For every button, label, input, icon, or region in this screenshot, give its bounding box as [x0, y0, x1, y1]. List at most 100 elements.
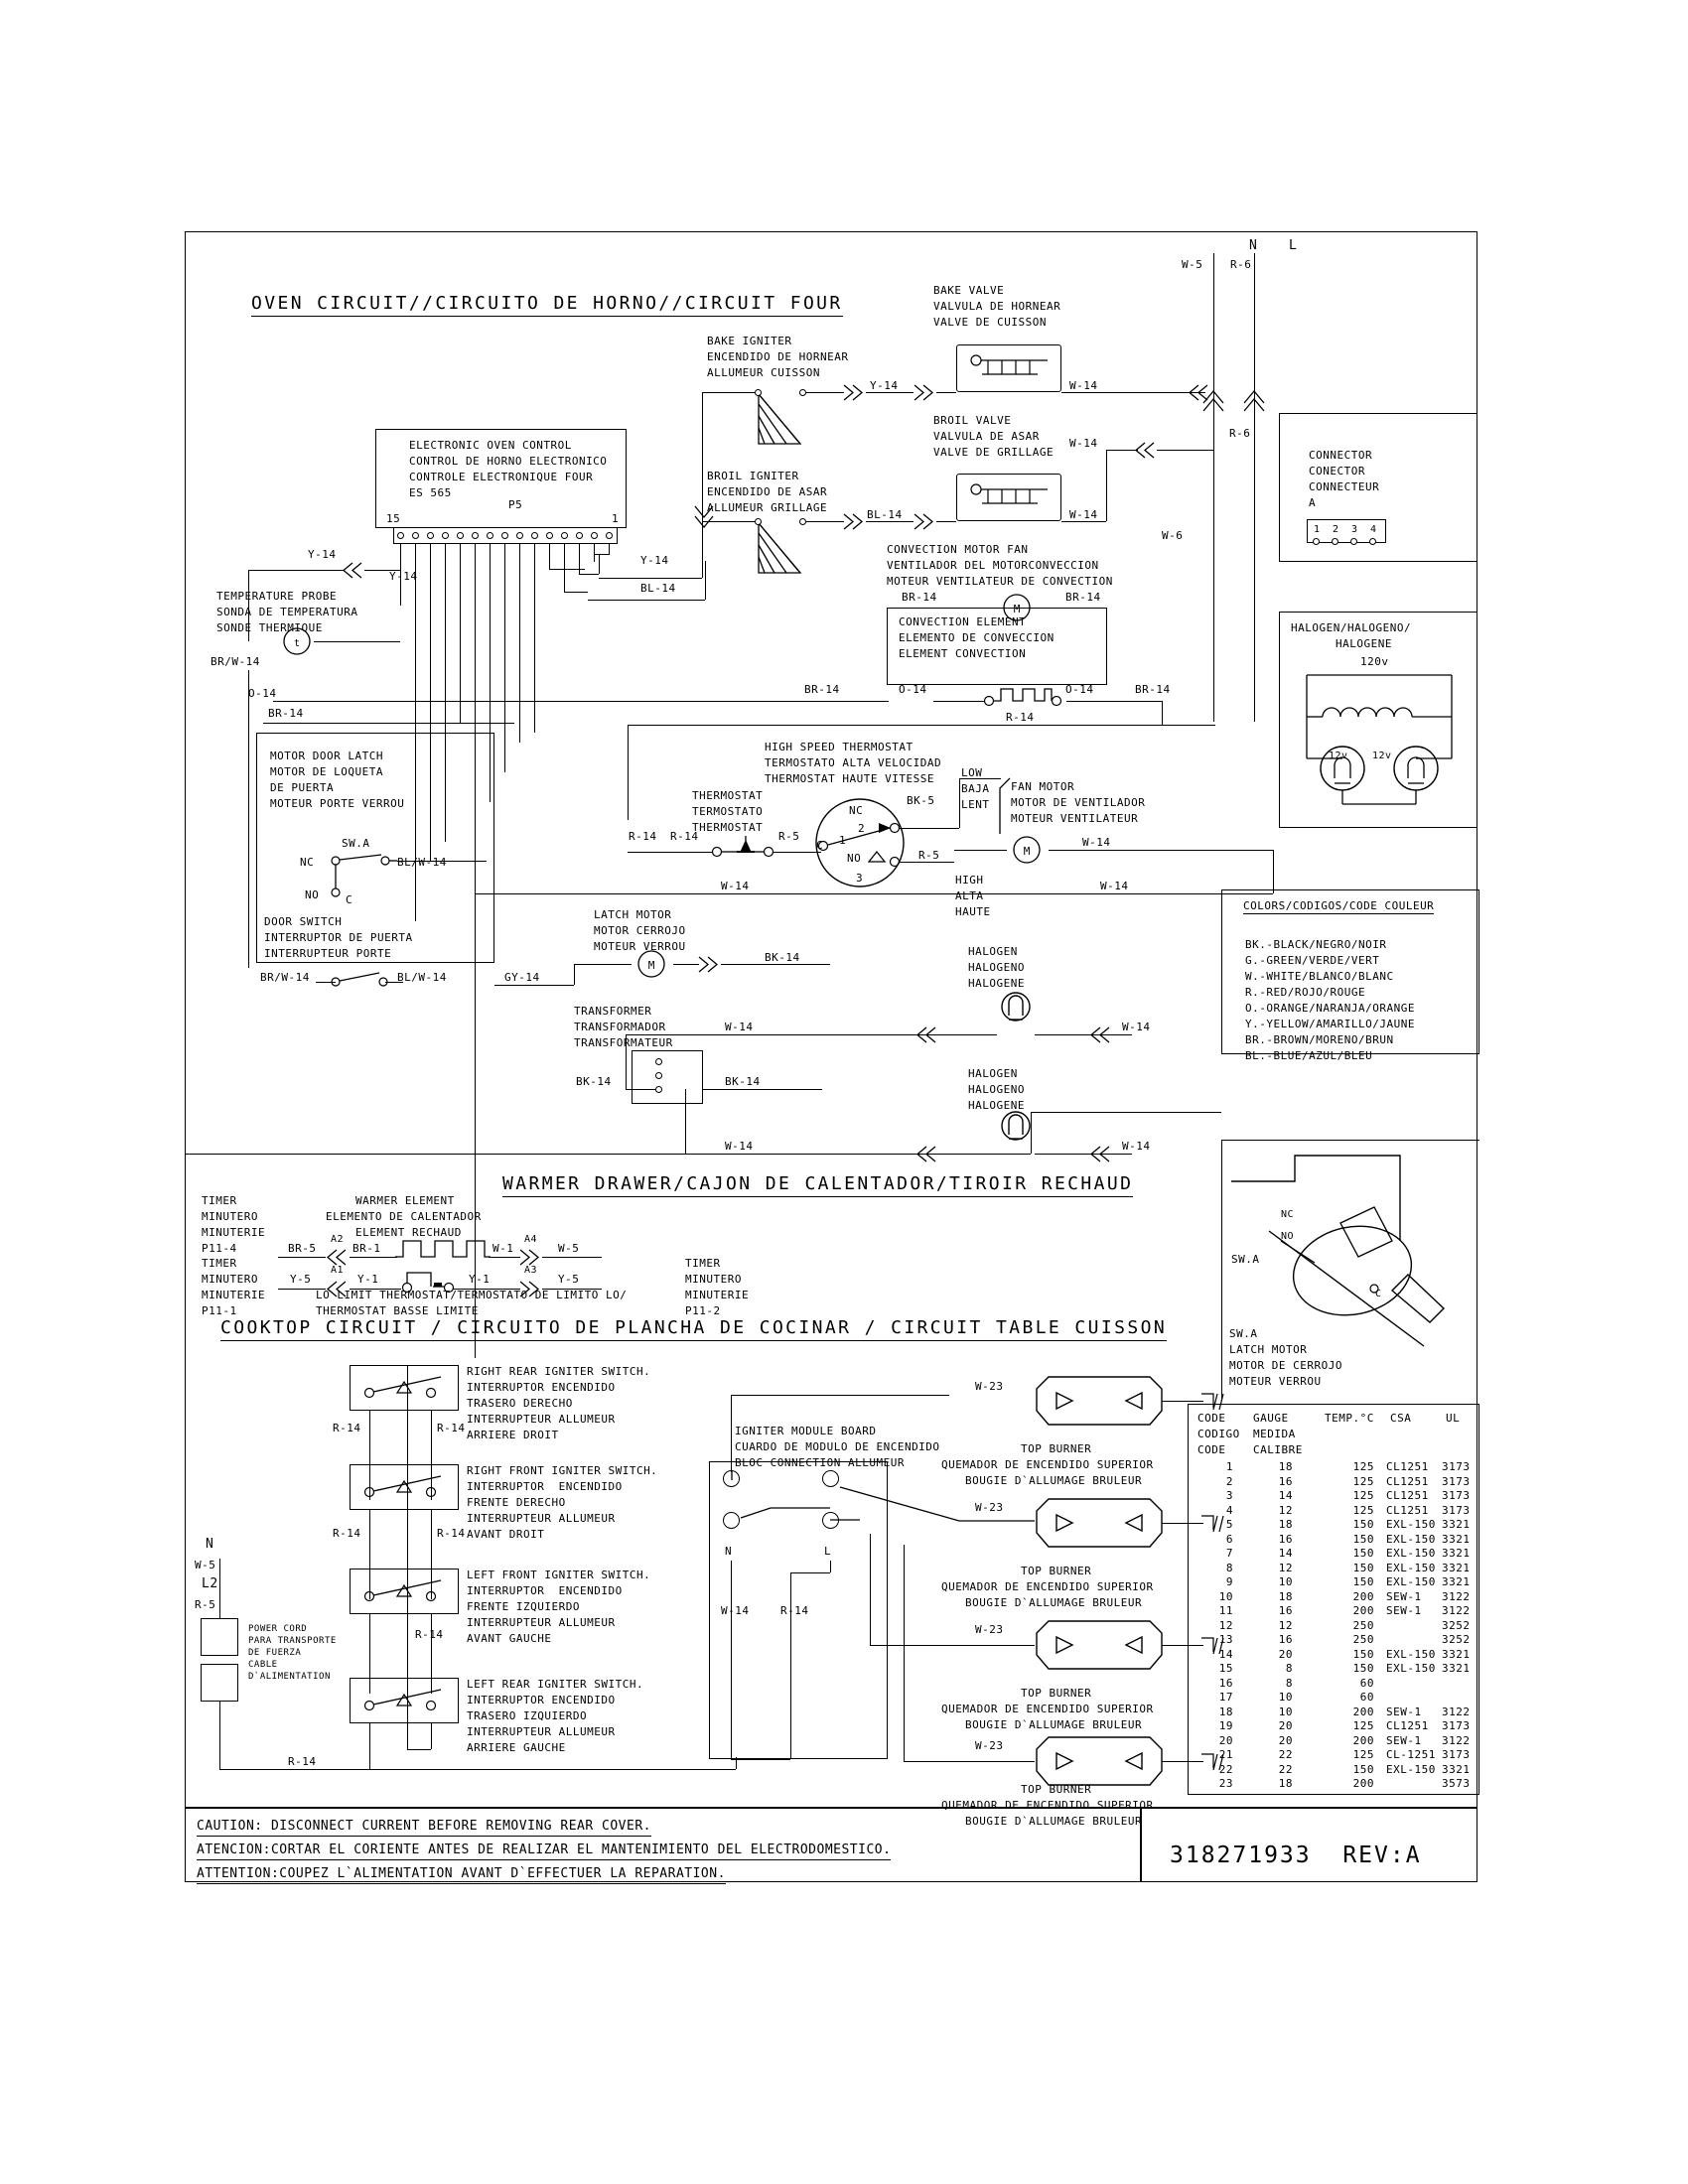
- gauge-cell-r14-c4: EXL-150: [1386, 1647, 1436, 1661]
- warmer-timer3-line-4: P11-2: [685, 1304, 721, 1317]
- control-pin-2[interactable]: [412, 532, 419, 539]
- cooktop-bottom-r14: R-14: [288, 1755, 317, 1768]
- gauge-cell-r15-c5: 3321: [1442, 1662, 1471, 1675]
- halogen2-conn-left-icon: [915, 1146, 936, 1162]
- thermostat-node-2: 2: [858, 822, 866, 835]
- broil-valve-connector-icon: [914, 513, 934, 530]
- control-pin-3[interactable]: [427, 532, 434, 539]
- r14-long-line: [628, 725, 1164, 726]
- gauge-cell-r23-c1: 23: [1218, 1777, 1233, 1790]
- door-switch-left-line: [316, 982, 336, 983]
- probe-y14-lower: Y-14: [389, 570, 418, 583]
- door-switch-symbol: [331, 972, 388, 987]
- control-pin-10[interactable]: [531, 532, 538, 539]
- halogen2-w14-left: W-14: [725, 1140, 754, 1153]
- gauge-header-temp: TEMP.°C: [1325, 1412, 1374, 1425]
- control-pin-15[interactable]: [606, 532, 613, 539]
- control-bl14-line: [588, 600, 705, 601]
- connector-pin-1: 1: [1314, 524, 1321, 535]
- burner3-label-1: TOP BURNER: [1021, 1687, 1092, 1700]
- latch-gy14-v: [574, 964, 575, 985]
- cooktop-w5-label: W-5: [195, 1559, 216, 1571]
- convection-element-left-long: [460, 701, 889, 702]
- warmer-top-wire-2: [350, 1257, 397, 1258]
- pin-wire-8: [504, 544, 505, 772]
- oven-section-title: OVEN CIRCUIT//CIRCUITO DE HORNO//CIRCUIT…: [251, 293, 843, 317]
- gauge-cell-r9-c2: 10: [1278, 1575, 1293, 1588]
- control-pin-4[interactable]: [442, 532, 449, 539]
- gauge-subheader-codigo: CODIGO: [1197, 1428, 1240, 1440]
- module-l-drop: [830, 1561, 831, 1572]
- burner4-label-3: BOUGIE D`ALLUMAGE BRULEUR: [965, 1815, 1143, 1828]
- w14-right-v: [1273, 850, 1274, 893]
- gauge-cell-r12-c2: 12: [1278, 1618, 1293, 1632]
- thermostat-r5-label-2: R-5: [918, 849, 940, 862]
- gauge-cell-r15-c2: 8: [1285, 1662, 1293, 1675]
- control-pin-7[interactable]: [487, 532, 493, 539]
- connector-term-1: [1313, 538, 1320, 545]
- bake-igniter-connector-icon: [843, 384, 864, 401]
- control-pin-9[interactable]: [516, 532, 523, 539]
- burner1-label-1: TOP BURNER: [1021, 1442, 1092, 1455]
- gauge-header-gauge: GAUGE: [1253, 1412, 1289, 1425]
- warmer-element-line-2: ELEMENTO DE CALENTADOR: [326, 1210, 482, 1223]
- igniter-sw1-label-1: RIGHT REAR IGNITER SWITCH.: [467, 1365, 651, 1378]
- control-pin-12[interactable]: [561, 532, 568, 539]
- control-pin-1[interactable]: [397, 532, 404, 539]
- warmer-lo-limit-line-2: THERMOSTAT BASSE LIMITE: [316, 1304, 479, 1317]
- burner3-w23: W-23: [975, 1623, 1004, 1636]
- warmer-timer3-line-2: MINUTERO: [685, 1273, 742, 1286]
- igniter-sw1-label-2: INTERRUPTOR ENCENDIDO: [467, 1381, 616, 1394]
- warmer-br5-label: BR-5: [288, 1242, 317, 1255]
- gauge-cell-r8-c5: 3321: [1442, 1561, 1471, 1574]
- halogen-label-1: HALOGEN: [968, 945, 1018, 958]
- module-top-feed-v: [731, 1395, 732, 1472]
- warmer-lo-limit-line-1: LO LIMIT THERMOSTAT/TERMOSTATO DE LIMITO…: [316, 1289, 628, 1301]
- igniter-sw1-label-5: ARRIERE DROIT: [467, 1429, 559, 1441]
- burner4-label-1: TOP BURNER: [1021, 1783, 1092, 1796]
- gauge-cell-r20-c2: 20: [1278, 1733, 1293, 1747]
- gauge-cell-r20-c1: 20: [1218, 1733, 1233, 1747]
- latch-gy14-line: [494, 985, 574, 986]
- burner3-label-2: QUEMADOR DE ENCENDIDO SUPERIOR: [941, 1703, 1154, 1715]
- thermostat-label-1: THERMOSTAT: [692, 789, 764, 802]
- bake-valve-out-line: [1061, 392, 1205, 393]
- gauge-cell-r5-c2: 18: [1278, 1518, 1293, 1531]
- pin-wire-11: [549, 544, 550, 569]
- o14-label-left: O-14: [248, 687, 277, 700]
- control-pin-8[interactable]: [501, 532, 508, 539]
- igniter-sw3-label-2: INTERRUPTOR ENCENDIDO: [467, 1584, 623, 1597]
- control-pin-6[interactable]: [472, 532, 479, 539]
- colors-legend-item-6: BR.-BROWN/MORENO/BRUN: [1245, 1033, 1394, 1046]
- halogen2-conn-right-icon: [1089, 1146, 1110, 1162]
- latch-detail-line-2: MOTOR DE CERROJO: [1229, 1359, 1342, 1372]
- gauge-cell-r8-c2: 12: [1278, 1561, 1293, 1574]
- latch-detail-left-line: [1221, 1140, 1222, 1400]
- broil-bl14-line: [866, 521, 914, 522]
- igniter-module-label-2: CUARDO DE MODULO DE ENCENDIDO: [735, 1440, 940, 1453]
- control-bl14-label: BL-14: [640, 582, 676, 595]
- control-pin-11[interactable]: [546, 532, 553, 539]
- broil-igniter-label-3: ALLUMEUR GRILLAGE: [707, 501, 828, 514]
- transformer-bk14-right: BK-14: [725, 1075, 761, 1088]
- gauge-cell-r20-c3: 200: [1352, 1733, 1374, 1747]
- igniter-sw1-r14-left: R-14: [333, 1422, 361, 1434]
- control-pin-14[interactable]: [591, 532, 598, 539]
- halogen-lamp-1-symbol: [1001, 992, 1031, 1022]
- transformer-label-1: TRANSFORMER: [574, 1005, 652, 1018]
- transformer-label-3: TRANSFORMATEUR: [574, 1036, 673, 1049]
- connector-label-4: A: [1309, 496, 1317, 509]
- thermostat-nc-label: NC: [849, 804, 864, 817]
- halogen2-label-2: HALOGENO: [968, 1083, 1025, 1096]
- motor-door-latch-label-4: MOTEUR PORTE VERROU: [270, 797, 405, 810]
- connector-pin-3: 3: [1351, 524, 1358, 535]
- control-pin-13[interactable]: [576, 532, 583, 539]
- low-label-2: BAJA: [961, 782, 990, 795]
- high-speed-thermostat-label-1: HIGH SPEED THERMOSTAT: [765, 741, 914, 753]
- supply-l-line: [1254, 253, 1255, 722]
- gauge-cell-r23-c2: 18: [1278, 1777, 1293, 1790]
- motor-door-latch-label-1: MOTOR DOOR LATCH: [270, 750, 383, 762]
- halogen-v-right: 12v: [1372, 751, 1392, 761]
- control-pin-5[interactable]: [457, 532, 464, 539]
- broil-valve-wire-w14-top: W-14: [1069, 437, 1098, 450]
